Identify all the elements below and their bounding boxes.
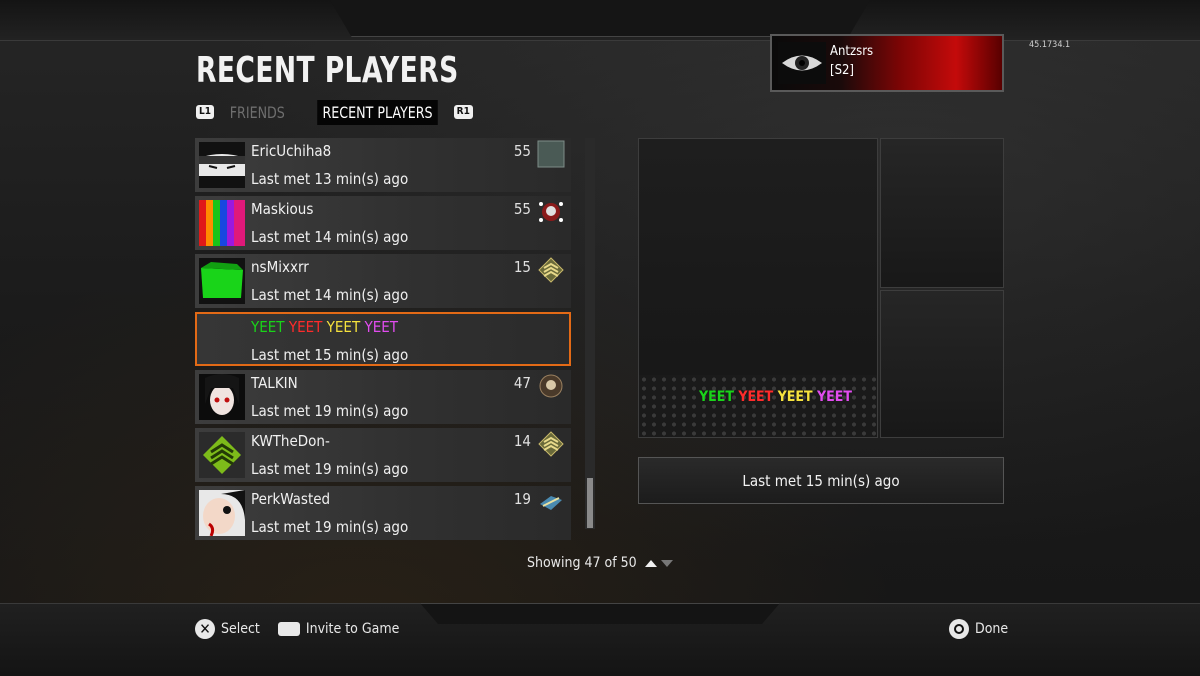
player-name: YEET YEET YEET YEET (251, 318, 399, 336)
player-name: PerkWasted (251, 490, 331, 508)
player-row[interactable]: KWTheDon- Last met 19 min(s) ago 14 (195, 428, 571, 482)
rainbow-stripes-avatar (199, 200, 245, 246)
select-label[interactable]: Select (221, 621, 260, 637)
last-met-text: Last met 14 min(s) ago (251, 228, 409, 246)
last-met-text: Last met 14 min(s) ago (251, 286, 409, 304)
hex-pattern (639, 375, 877, 437)
winged-rank-icon (537, 488, 565, 516)
invite-label[interactable]: Invite to Game (306, 621, 399, 637)
anime-ninja-avatar (199, 142, 245, 188)
top-frame-notch (330, 0, 870, 37)
tab-friends[interactable]: FRIENDS (230, 103, 285, 122)
player-name: nsMixxrr (251, 258, 309, 276)
anime-girl-avatar (199, 374, 245, 420)
sergeant-chevron-icon (537, 256, 565, 284)
prestige-square-icon (537, 140, 565, 168)
bloody-face-avatar (199, 490, 245, 536)
last-met-text: Last met 19 min(s) ago (251, 460, 409, 478)
profile-clan-tag: [S2] (830, 63, 854, 78)
list-scrollbar[interactable] (585, 138, 595, 529)
player-row[interactable]: EricUchiha8 Last met 13 min(s) ago 55 (195, 138, 571, 192)
scroll-up-icon[interactable] (644, 559, 657, 567)
page-title: RECENT PLAYERS (196, 50, 459, 91)
version-number: 45.1734.1 (1029, 40, 1071, 50)
l1-button-icon[interactable]: L1 (196, 105, 214, 119)
sergeant-chevron-icon (537, 430, 565, 458)
prestige-skull-emblem-icon (537, 198, 565, 226)
scroll-down-icon[interactable] (660, 559, 673, 567)
player-level: 47 (513, 374, 531, 392)
last-met-text: Last met 15 min(s) ago (251, 346, 409, 364)
r1-button-icon[interactable]: R1 (453, 105, 473, 119)
recent-players-list: EricUchiha8 Last met 13 min(s) ago 55 Ma… (195, 138, 571, 544)
player-name: KWTheDon- (251, 432, 330, 450)
player-calling-card: Antzsrs [S2] (770, 34, 1004, 92)
emblem-card: YEET YEET YEET YEET (638, 138, 878, 438)
green-shape-avatar (199, 258, 245, 304)
player-name: TALKIN (251, 374, 298, 392)
cross-button-icon[interactable]: ✕ (195, 619, 215, 639)
done-label[interactable]: Done (975, 621, 1008, 637)
last-met-text: Last met 19 min(s) ago (251, 402, 409, 420)
player-level: 19 (513, 490, 531, 508)
player-row[interactable]: PerkWasted Last met 19 min(s) ago 19 (195, 486, 571, 540)
detail-player-name: YEET YEET YEET YEET (699, 389, 852, 405)
circle-button-icon[interactable] (949, 619, 969, 639)
scrollbar-thumb[interactable] (587, 478, 593, 528)
last-met-text: Last met 19 min(s) ago (251, 518, 409, 536)
tab-recent-players[interactable]: RECENT PLAYERS (316, 99, 438, 125)
eye-emblem-icon (778, 42, 826, 84)
player-level: 55 (513, 142, 531, 160)
footer-actions: ✕ Select Invite to Game (195, 619, 399, 639)
showing-text: Showing 47 of 50 (527, 555, 637, 571)
detail-side-panel-bottom (880, 290, 1004, 438)
list-count: Showing 47 of 50 (527, 555, 673, 571)
player-row[interactable]: TALKIN Last met 19 min(s) ago 47 (195, 370, 571, 424)
background (0, 0, 1200, 675)
footer-done: Done (949, 619, 1008, 639)
bottom-frame-notch (420, 603, 780, 624)
profile-name: Antzsrs (830, 44, 874, 59)
player-level: 15 (513, 258, 531, 276)
player-name: Maskious (251, 200, 314, 218)
player-row[interactable]: Maskious Last met 14 min(s) ago 55 (195, 196, 571, 250)
player-level: 14 (513, 432, 531, 450)
detail-side-panel-top (880, 138, 1004, 288)
player-row-selected[interactable]: YEET YEET YEET YEET Last met 15 min(s) a… (195, 312, 571, 366)
detail-last-met: Last met 15 min(s) ago (638, 457, 1004, 504)
green-rank-avatar (199, 432, 245, 478)
tab-bar: L1 FRIENDS RECENT PLAYERS R1 (196, 99, 473, 125)
last-met-text: Last met 13 min(s) ago (251, 170, 409, 188)
player-name: EricUchiha8 (251, 142, 332, 160)
touchpad-button-icon[interactable] (277, 622, 300, 636)
player-level: 55 (513, 200, 531, 218)
player-row[interactable]: nsMixxrr Last met 14 min(s) ago 15 (195, 254, 571, 308)
rank-emblem-icon (537, 372, 565, 400)
